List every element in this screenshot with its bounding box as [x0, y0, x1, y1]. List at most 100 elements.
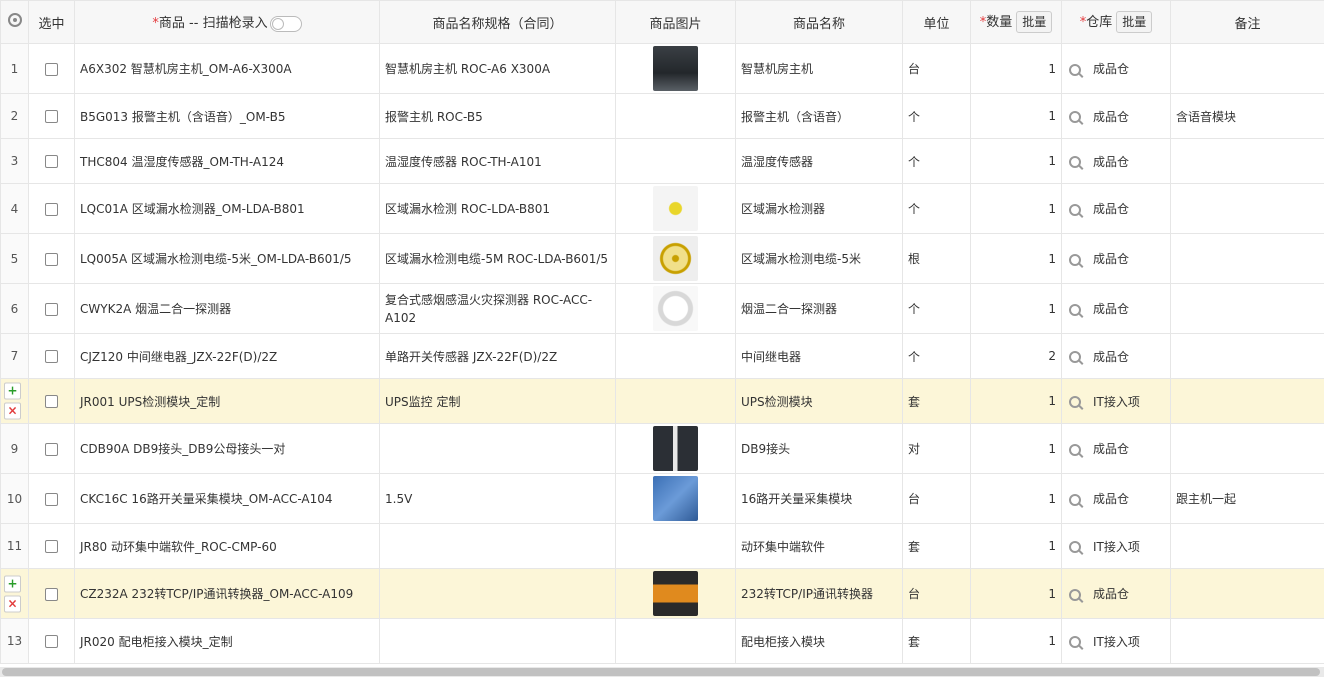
unit-cell[interactable]: 对	[902, 423, 971, 474]
qty-cell[interactable]: 1	[970, 183, 1062, 234]
product-image[interactable]	[653, 571, 698, 616]
search-icon[interactable]	[1069, 156, 1081, 168]
search-icon[interactable]	[1069, 636, 1081, 648]
row-checkbox[interactable]	[45, 587, 58, 601]
product-cell[interactable]: B5G013 报警主机（含语音）_OM-B5	[74, 93, 380, 139]
column-settings-header[interactable]	[0, 0, 29, 44]
table-row[interactable]: 13 JR020 配电柜接入模块_定制 配电柜接入模块套 1 IT接入项	[0, 618, 1324, 664]
name-cell[interactable]: DB9接头	[735, 423, 903, 474]
add-row-icon[interactable]: +	[4, 382, 21, 400]
remark-cell[interactable]	[1170, 618, 1324, 664]
qty-cell[interactable]: 1	[970, 568, 1062, 619]
table-row[interactable]: 5 LQ005A 区域漏水检测电缆-5米_OM-LDA-B601/5 区域漏水检测电…	[0, 233, 1324, 284]
table-row[interactable]: 6 CWYK2A 烟温二合一探测器 复合式感烟感温火灾探测器 ROC-ACC-A10…	[0, 283, 1324, 334]
remark-cell[interactable]	[1170, 423, 1324, 474]
qty-cell[interactable]: 1	[970, 423, 1062, 474]
product-cell[interactable]: JR020 配电柜接入模块_定制	[74, 618, 380, 664]
unit-cell[interactable]: 个	[902, 183, 971, 234]
row-checkbox[interactable]	[45, 635, 58, 648]
product-cell[interactable]: LQC01A 区域漏水检测器_OM-LDA-B801	[74, 183, 380, 234]
spec-cell[interactable]: 报警主机 ROC-B5	[379, 93, 616, 139]
product-cell[interactable]: THC804 温湿度传感器_OM-TH-A124	[74, 138, 380, 184]
table-row[interactable]: + × JR001 UPS检测模块_定制 UPS监控 定制 UPS检测模块套 1 IT接入项	[0, 378, 1324, 424]
product-cell[interactable]: CKC16C 16路开关量采集模块_OM-ACC-A104	[74, 473, 380, 524]
remark-cell[interactable]	[1170, 378, 1324, 424]
table-row[interactable]: 9 CDB90A DB9接头_DB9公母接头一对 DB9接头对 1 成品仓	[0, 423, 1324, 474]
remark-cell[interactable]	[1170, 138, 1324, 184]
search-icon[interactable]	[1069, 303, 1081, 316]
warehouse-cell[interactable]: 成品仓	[1061, 423, 1171, 474]
unit-cell[interactable]: 套	[902, 618, 971, 664]
qty-cell[interactable]: 1	[970, 93, 1062, 139]
product-cell[interactable]: LQ005A 区域漏水检测电缆-5米_OM-LDA-B601/5	[74, 233, 380, 284]
remark-cell[interactable]: 含语音模块	[1170, 93, 1324, 139]
search-icon[interactable]	[1069, 351, 1081, 363]
table-row[interactable]: 7 CJZ120 中间继电器_JZX-22F(D)/2Z 单路开关传感器 JZX-2…	[0, 333, 1324, 379]
product-cell[interactable]: CDB90A DB9接头_DB9公母接头一对	[74, 423, 380, 474]
row-checkbox[interactable]	[45, 395, 58, 408]
warehouse-cell[interactable]: IT接入项	[1061, 378, 1171, 424]
search-icon[interactable]	[1069, 443, 1081, 456]
qty-cell[interactable]: 1	[970, 378, 1062, 424]
name-cell[interactable]: 区域漏水检测电缆-5米	[735, 233, 903, 284]
product-cell[interactable]: A6X302 智慧机房主机_OM-A6-X300A	[74, 43, 380, 94]
search-icon[interactable]	[1069, 541, 1081, 553]
remark-cell[interactable]	[1170, 283, 1324, 334]
search-icon[interactable]	[1069, 396, 1081, 408]
remark-cell[interactable]	[1170, 523, 1324, 569]
search-icon[interactable]	[1069, 253, 1081, 266]
warehouse-cell[interactable]: IT接入项	[1061, 618, 1171, 664]
spec-cell[interactable]	[379, 423, 616, 474]
product-cell[interactable]: CZ232A 232转TCP/IP通讯转换器_OM-ACC-A109	[74, 568, 380, 619]
row-checkbox[interactable]	[45, 155, 58, 168]
qty-cell[interactable]: 1	[970, 523, 1062, 569]
search-icon[interactable]	[1069, 63, 1081, 76]
unit-cell[interactable]: 套	[902, 378, 971, 424]
name-cell[interactable]: 动环集中端软件	[735, 523, 903, 569]
scanner-toggle[interactable]	[269, 15, 302, 32]
scrollbar-thumb[interactable]	[2, 668, 1320, 676]
name-cell[interactable]: UPS检测模块	[735, 378, 903, 424]
spec-cell[interactable]	[379, 568, 616, 619]
remark-cell[interactable]	[1170, 183, 1324, 234]
qty-cell[interactable]: 1	[970, 233, 1062, 284]
delete-row-icon[interactable]: ×	[4, 402, 21, 420]
product-image[interactable]	[653, 476, 698, 521]
name-cell[interactable]: 报警主机（含语音）	[735, 93, 903, 139]
spec-cell[interactable]: 复合式感烟感温火灾探测器 ROC-ACC-A102	[379, 283, 616, 334]
warehouse-cell[interactable]: 成品仓	[1061, 43, 1171, 94]
spec-cell[interactable]: 1.5V	[379, 473, 616, 524]
unit-cell[interactable]: 个	[902, 138, 971, 184]
warehouse-cell[interactable]: 成品仓	[1061, 138, 1171, 184]
qty-cell[interactable]: 1	[970, 43, 1062, 94]
search-icon[interactable]	[1069, 588, 1081, 601]
unit-cell[interactable]: 套	[902, 523, 971, 569]
row-checkbox[interactable]	[45, 350, 58, 363]
row-checkbox[interactable]	[45, 302, 58, 316]
remark-cell[interactable]	[1170, 568, 1324, 619]
search-icon[interactable]	[1069, 203, 1081, 216]
settings-gear-icon[interactable]	[7, 13, 22, 27]
table-row[interactable]: 10 CKC16C 16路开关量采集模块_OM-ACC-A104 1.5V 16路开关…	[0, 473, 1324, 524]
name-cell[interactable]: 温湿度传感器	[735, 138, 903, 184]
row-checkbox[interactable]	[45, 492, 58, 506]
product-image[interactable]	[653, 46, 698, 91]
remark-cell[interactable]	[1170, 233, 1324, 284]
name-cell[interactable]: 中间继电器	[735, 333, 903, 379]
qty-cell[interactable]: 1	[970, 283, 1062, 334]
row-checkbox[interactable]	[45, 202, 58, 216]
unit-cell[interactable]: 台	[902, 43, 971, 94]
product-image[interactable]	[653, 186, 698, 231]
warehouse-cell[interactable]: 成品仓	[1061, 233, 1171, 284]
warehouse-cell[interactable]: 成品仓	[1061, 183, 1171, 234]
warehouse-cell[interactable]: IT接入项	[1061, 523, 1171, 569]
row-checkbox[interactable]	[45, 252, 58, 266]
product-cell[interactable]: JR80 动环集中端软件_ROC-CMP-60	[74, 523, 380, 569]
unit-cell[interactable]: 个	[902, 283, 971, 334]
warehouse-cell[interactable]: 成品仓	[1061, 473, 1171, 524]
warehouse-cell[interactable]: 成品仓	[1061, 93, 1171, 139]
table-row[interactable]: 4 LQC01A 区域漏水检测器_OM-LDA-B801 区域漏水检测 ROC-LD…	[0, 183, 1324, 234]
unit-cell[interactable]: 台	[902, 473, 971, 524]
name-cell[interactable]: 烟温二合一探测器	[735, 283, 903, 334]
qty-cell[interactable]: 2	[970, 333, 1062, 379]
